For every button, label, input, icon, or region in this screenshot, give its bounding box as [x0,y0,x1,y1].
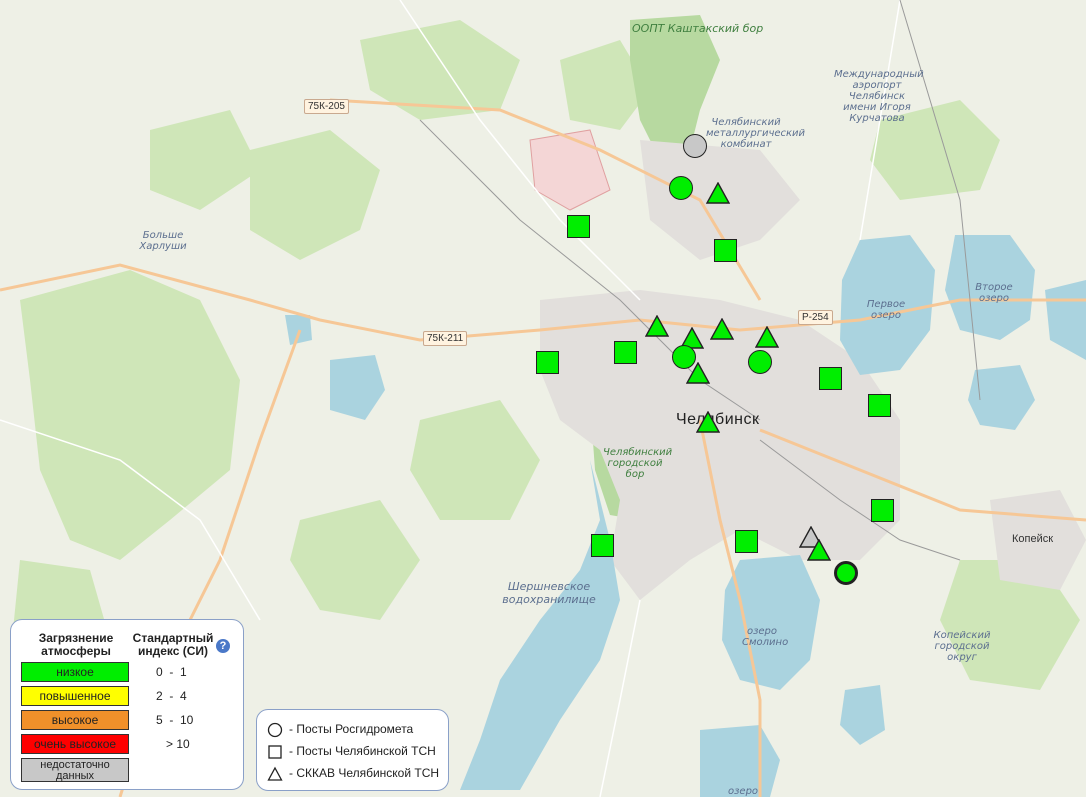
station-circle-marker[interactable] [748,350,772,374]
legend-level-low: низкое [21,662,129,682]
station-circle-marker[interactable] [669,176,693,200]
station-square-marker[interactable] [867,393,891,417]
label-kopeysk: Копейск [1012,533,1054,545]
station-triangle-marker[interactable] [755,326,779,348]
road-shield: 75К-211 [423,331,468,346]
legend-col2-header: Стандартный индекс (СИ) [132,631,214,658]
legend-level-no-data: недостаточно данных [21,758,129,782]
label-lake1: Первое озеро [866,299,906,321]
label-lake2: Второе озеро [975,282,1013,304]
legend-range-very-high: > 10 [156,737,190,751]
legend-triangle-label: - СККАВ Челябинской ТСН [289,766,440,780]
label-smolino: озеро Смолино [742,626,789,648]
station-square-marker[interactable] [590,533,614,557]
label-kashtak: ООПТ Каштакский бор [632,22,764,35]
legend-range-high: 5 - 10 [156,713,194,727]
road-shield: 75К-205 [304,99,349,114]
legend-square-label: - Посты Челябинской ТСН [289,744,436,758]
legend-level-elevated: повышенное [21,686,129,706]
station-square-marker[interactable] [713,238,737,262]
label-airport: Международный аэропорт Челябинск имени И… [834,69,924,124]
station-triangle-marker[interactable] [706,182,730,204]
triangle-icon [267,766,283,781]
station-square-marker[interactable] [818,366,842,390]
label-kharlushi: Больше Харлуши [139,230,187,252]
station-triangle-marker[interactable] [807,539,831,561]
station-square-marker[interactable] [566,214,590,238]
station-square-marker[interactable] [870,498,894,522]
pollution-legend: Загрязнение атмосферы Стандартный индекс… [10,619,244,790]
station-triangle-marker[interactable] [645,315,669,337]
legend-level-very-high: очень высокое [21,734,129,754]
square-icon [268,745,282,759]
station-square-marker[interactable] [613,340,637,364]
station-triangle-marker[interactable] [696,411,720,433]
station-type-legend: - Посты Росгидромета - Посты Челябинской… [256,709,449,791]
label-metallurg: Челябинский металлургический комбинат [706,117,806,150]
label-ozero-bottom: озеро [728,786,759,797]
station-circle-marker[interactable] [683,134,707,158]
legend-square-row: - Посты Челябинской ТСН [267,741,436,761]
legend-level-high: высокое [21,710,129,730]
station-triangle-marker[interactable] [710,318,734,340]
station-square-marker[interactable] [734,529,758,553]
label-kopeysk-okrug: Копейский городской округ [933,630,991,663]
legend-range-elevated: 2 - 4 [156,689,187,703]
station-square-marker[interactable] [535,350,559,374]
road-shield: Р-254 [798,310,833,325]
circle-icon [267,722,283,737]
help-icon[interactable]: ? [216,639,230,653]
legend-range-low: 0 - 1 [156,665,187,679]
station-circle-marker[interactable] [834,561,858,585]
station-triangle-marker[interactable] [686,362,710,384]
label-sherhsnev: Шершневское водохранилище [502,580,596,606]
legend-col1-header: Загрязнение атмосферы [38,631,114,658]
legend-circle-label: - Посты Росгидромета [289,722,414,736]
label-gorodskoy-bor: Челябинский городской бор [603,447,673,480]
legend-triangle-row: - СККАВ Челябинской ТСН [267,763,439,783]
legend-circle-row: - Посты Росгидромета [267,719,413,739]
